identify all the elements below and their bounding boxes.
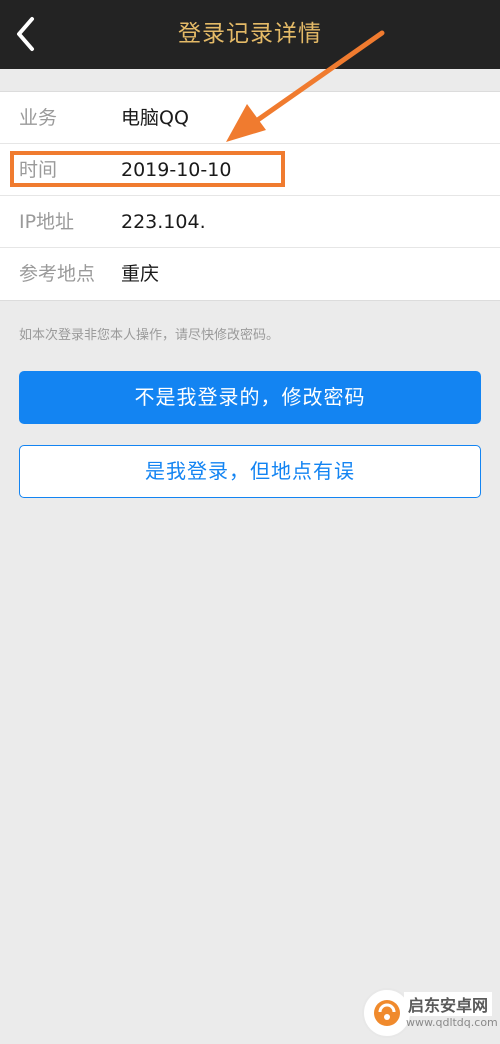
detail-row-location: 参考地点 重庆 <box>0 248 500 300</box>
top-nav-bar: 登录记录详情 <box>0 0 500 69</box>
row-value: 电脑QQ <box>121 107 189 129</box>
detail-row-service: 业务 电脑QQ <box>0 92 500 144</box>
row-label: 业务 <box>19 107 58 129</box>
site-watermark: 启东安卓网 www.qdltdq.com <box>360 982 500 1044</box>
watermark-text: 启东安卓网 <box>404 992 493 1016</box>
annotation-highlight-box <box>10 151 285 187</box>
watermark-url: www.qdltdq.com <box>406 1016 498 1029</box>
change-password-button[interactable]: 不是我登录的，修改密码 <box>19 371 481 424</box>
security-notice: 如本次登录非您本人操作，请尽快修改密码。 <box>19 328 280 343</box>
row-label: 参考地点 <box>19 263 96 285</box>
wrong-location-button[interactable]: 是我登录，但地点有误 <box>19 445 481 498</box>
login-detail-card: 业务 电脑QQ 时间 2019-10-10 IP地址 223.104. 参考地点… <box>0 91 500 301</box>
detail-row-ip: IP地址 223.104. <box>0 196 500 248</box>
row-value: 223.104. <box>121 211 206 233</box>
row-value: 重庆 <box>121 263 160 285</box>
page-title: 登录记录详情 <box>178 21 322 47</box>
row-label: IP地址 <box>19 211 75 233</box>
